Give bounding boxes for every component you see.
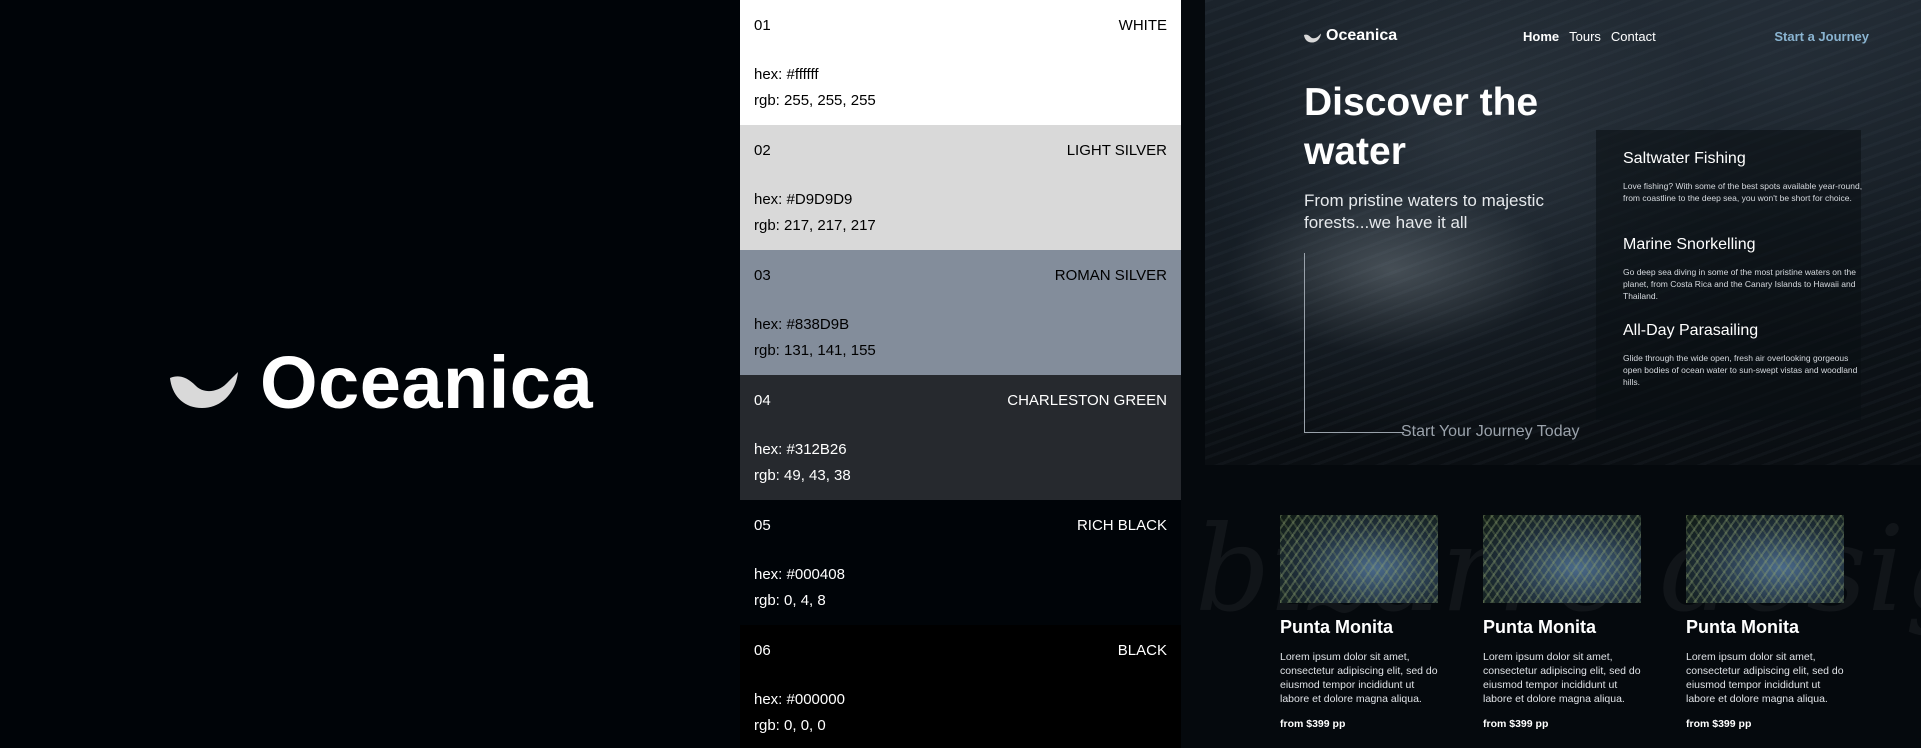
swatch-rgb: rgb: 255, 255, 255 (754, 92, 876, 109)
website-mockup: Oceanica Home Tours Contact Start a Jour… (1181, 0, 1921, 748)
tour-card[interactable]: Punta Monita Lorem ipsum dolor sit amet,… (1483, 515, 1641, 730)
brand-logo: Oceanica (170, 340, 593, 425)
color-swatch: 05 RICH BLACK hex: #000408 rgb: 0, 4, 8 (740, 500, 1181, 625)
brand-name: Oceanica (260, 341, 594, 424)
service-title: Saltwater Fishing (1623, 150, 1746, 167)
tour-description: Lorem ipsum dolor sit amet, consectetur … (1686, 651, 1844, 705)
start-your-journey-link[interactable]: Start Your Journey Today (1401, 423, 1580, 441)
tour-description: Lorem ipsum dolor sit amet, consectetur … (1483, 651, 1641, 705)
color-swatch: 02 LIGHT SILVER hex: #D9D9D9 rgb: 217, 2… (740, 125, 1181, 250)
swatch-name: ROMAN SILVER (1054, 267, 1167, 284)
nav-logo[interactable]: Oceanica (1304, 27, 1397, 45)
service-description: Love fishing? With some of the best spot… (1623, 181, 1863, 203)
swatch-hex: hex: #ffffff (754, 66, 819, 83)
swatch-number: 04 (754, 392, 771, 409)
tour-price: from $399 pp (1483, 718, 1549, 730)
swatch-hex: hex: #000000 (754, 691, 845, 708)
swatch-rgb: rgb: 49, 43, 38 (754, 467, 851, 484)
tour-image (1483, 515, 1641, 603)
swatch-name: RICH BLACK (1076, 517, 1167, 534)
tour-card[interactable]: Punta Monita Lorem ipsum dolor sit amet,… (1686, 515, 1844, 730)
swatch-name: CHARLESTON GREEN (1007, 392, 1167, 409)
service-item[interactable]: Marine Snorkelling Go deep sea diving in… (1623, 236, 1863, 302)
service-title: Marine Snorkelling (1623, 236, 1756, 253)
tour-title: Punta Monita (1686, 617, 1799, 637)
service-title: All-Day Parasailing (1623, 322, 1759, 339)
nav-link-contact[interactable]: Contact (1611, 29, 1656, 44)
swatch-name: WHITE (1118, 17, 1167, 34)
nav-link-home[interactable]: Home (1523, 29, 1559, 44)
nav-link-tours[interactable]: Tours (1569, 29, 1601, 44)
wave-drop-icon (1304, 33, 1321, 43)
tour-title: Punta Monita (1483, 617, 1596, 637)
swatch-rgb: rgb: 131, 141, 155 (754, 342, 876, 359)
color-palette: 01 WHITE hex: #ffffff rgb: 255, 255, 255… (740, 0, 1181, 748)
swatch-hex: hex: #312B26 (754, 441, 847, 458)
tour-image (1280, 515, 1438, 603)
swatch-number: 03 (754, 267, 771, 284)
hero-decorative-line (1304, 253, 1404, 433)
swatch-number: 01 (754, 17, 771, 34)
tour-description: Lorem ipsum dolor sit amet, consectetur … (1280, 651, 1438, 705)
swatch-hex: hex: #000408 (754, 566, 845, 583)
swatch-number: 02 (754, 142, 771, 159)
hero-subtitle: From pristine waters to majestic forests… (1304, 191, 1544, 232)
tour-price: from $399 pp (1280, 718, 1346, 730)
nav-brand: Oceanica (1326, 27, 1398, 44)
color-swatch: 01 WHITE hex: #ffffff rgb: 255, 255, 255 (740, 0, 1181, 125)
tour-price: from $399 pp (1686, 718, 1752, 730)
swatch-name: LIGHT SILVER (1066, 142, 1167, 159)
swatch-hex: hex: #D9D9D9 (754, 191, 853, 208)
swatch-rgb: rgb: 0, 4, 8 (754, 592, 826, 609)
wave-drop-icon (170, 371, 238, 408)
tour-title: Punta Monita (1280, 617, 1393, 637)
service-description: Glide through the wide open, fresh air o… (1623, 353, 1858, 387)
color-swatch: 03 ROMAN SILVER hex: #838D9B rgb: 131, 1… (740, 250, 1181, 375)
service-description: Go deep sea diving in some of the most p… (1623, 267, 1856, 301)
swatch-number: 05 (754, 517, 771, 534)
start-journey-button[interactable]: Start a Journey (1774, 29, 1869, 44)
services-panel: Saltwater Fishing Love fishing? With som… (1596, 130, 1863, 420)
swatch-rgb: rgb: 0, 0, 0 (754, 717, 826, 734)
tour-card[interactable]: Punta Monita Lorem ipsum dolor sit amet,… (1280, 515, 1438, 730)
service-item[interactable]: Saltwater Fishing Love fishing? With som… (1623, 150, 1863, 204)
swatch-hex: hex: #838D9B (754, 316, 850, 333)
service-item[interactable]: All-Day Parasailing Glide through the wi… (1623, 322, 1863, 388)
tour-image (1686, 515, 1844, 603)
color-swatch: 06 BLACK hex: #000000 rgb: 0, 0, 0 (740, 625, 1181, 748)
swatch-name: BLACK (1117, 642, 1167, 659)
color-swatch: 04 CHARLESTON GREEN hex: #312B26 rgb: 49… (740, 375, 1181, 500)
brand-panel: Oceanica (0, 0, 740, 748)
hero-section: Oceanica Home Tours Contact Start a Jour… (1205, 0, 1921, 465)
swatch-rgb: rgb: 217, 217, 217 (754, 217, 876, 234)
hero-title: Discover the water (1304, 81, 1539, 173)
nav-links: Home Tours Contact (1523, 29, 1656, 44)
swatch-number: 06 (754, 642, 771, 659)
top-nav: Oceanica Home Tours Contact Start a Jour… (1304, 27, 1869, 47)
